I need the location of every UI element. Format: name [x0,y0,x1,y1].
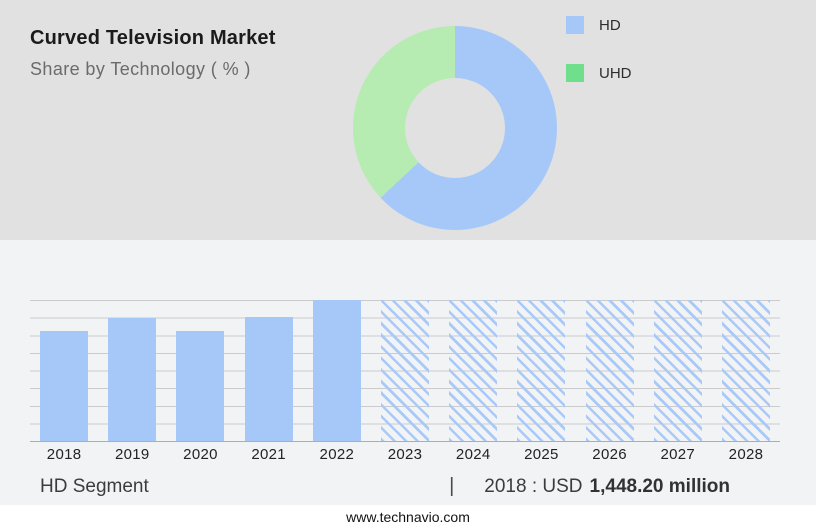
x-axis-labels: 2018 2019 2020 2021 2022 2023 2024 2025 2026 2027… [30,446,780,463]
bar-slot [30,300,98,441]
bar-slot [507,300,575,441]
bar-slot [371,300,439,441]
title-block: Curved Television Market Share by Techno… [30,27,276,80]
x-label-2019: 2019 [114,446,150,463]
x-label-2025: 2025 [524,446,559,463]
bar-slot [712,300,780,441]
value-amount: 1,448.20 million [589,476,730,497]
donut-chart [353,26,557,230]
bar-slot [576,300,644,441]
chart-legend: HD UHD [566,16,632,82]
bar-2026 [585,300,634,441]
bar-chart-section: 2018 2019 2020 2021 2022 2023 2024 2025 2026 2027… [0,240,816,528]
x-label-2023: 2023 [387,446,423,463]
bar-2025 [517,300,566,441]
bar-slot [303,300,371,441]
bar-2028 [721,300,770,441]
segment-label: HD Segment [40,476,149,497]
bar-slot [235,300,303,441]
x-label-2020: 2020 [183,446,218,463]
legend-item-hd: HD [566,16,632,34]
bar-2020 [176,331,225,441]
summary-row: HD Segment | 2018 : USD 1,448.20 million [0,475,816,498]
separator-bar: | [449,475,455,497]
bar-slot [166,300,234,441]
legend-label: HD [599,16,621,34]
legend-swatch-icon [566,16,584,34]
x-label-2024: 2024 [455,446,491,463]
bar-series [30,300,780,441]
bar-2019 [108,318,157,441]
header-section: Curved Television Market Share by Techno… [0,0,816,240]
x-label-2027: 2027 [660,446,696,463]
bar-2022 [312,300,361,441]
x-label-2021: 2021 [251,446,286,463]
legend-swatch-icon [566,64,584,82]
x-label-2022: 2022 [319,446,355,463]
page-subtitle: Share by Technology ( % ) [30,59,251,79]
footer-bar: www.technavio.com [0,505,816,528]
bar-2024 [449,300,498,441]
summary-value-group: | 2018 : USD 1,448.20 million [449,475,730,498]
bar-2018 [40,331,89,441]
bar-chart-plot-area [30,300,780,442]
bar-slot [439,300,507,441]
page-title: Curved Television Market [30,27,276,49]
bar-2027 [653,300,702,441]
infographic-page: Curved Television Market Share by Techno… [0,0,816,528]
bar-2023 [381,300,430,441]
website-link[interactable]: www.technavio.com [346,509,470,525]
bar-slot [644,300,712,441]
bar-slot [98,300,166,441]
x-label-2018: 2018 [46,446,82,463]
legend-label: UHD [599,64,632,82]
x-label-2026: 2026 [592,446,627,463]
bar-2021 [244,316,293,441]
legend-item-uhd: UHD [566,64,632,82]
x-label-2028: 2028 [728,446,764,463]
value-prefix: 2018 : USD [484,476,583,497]
